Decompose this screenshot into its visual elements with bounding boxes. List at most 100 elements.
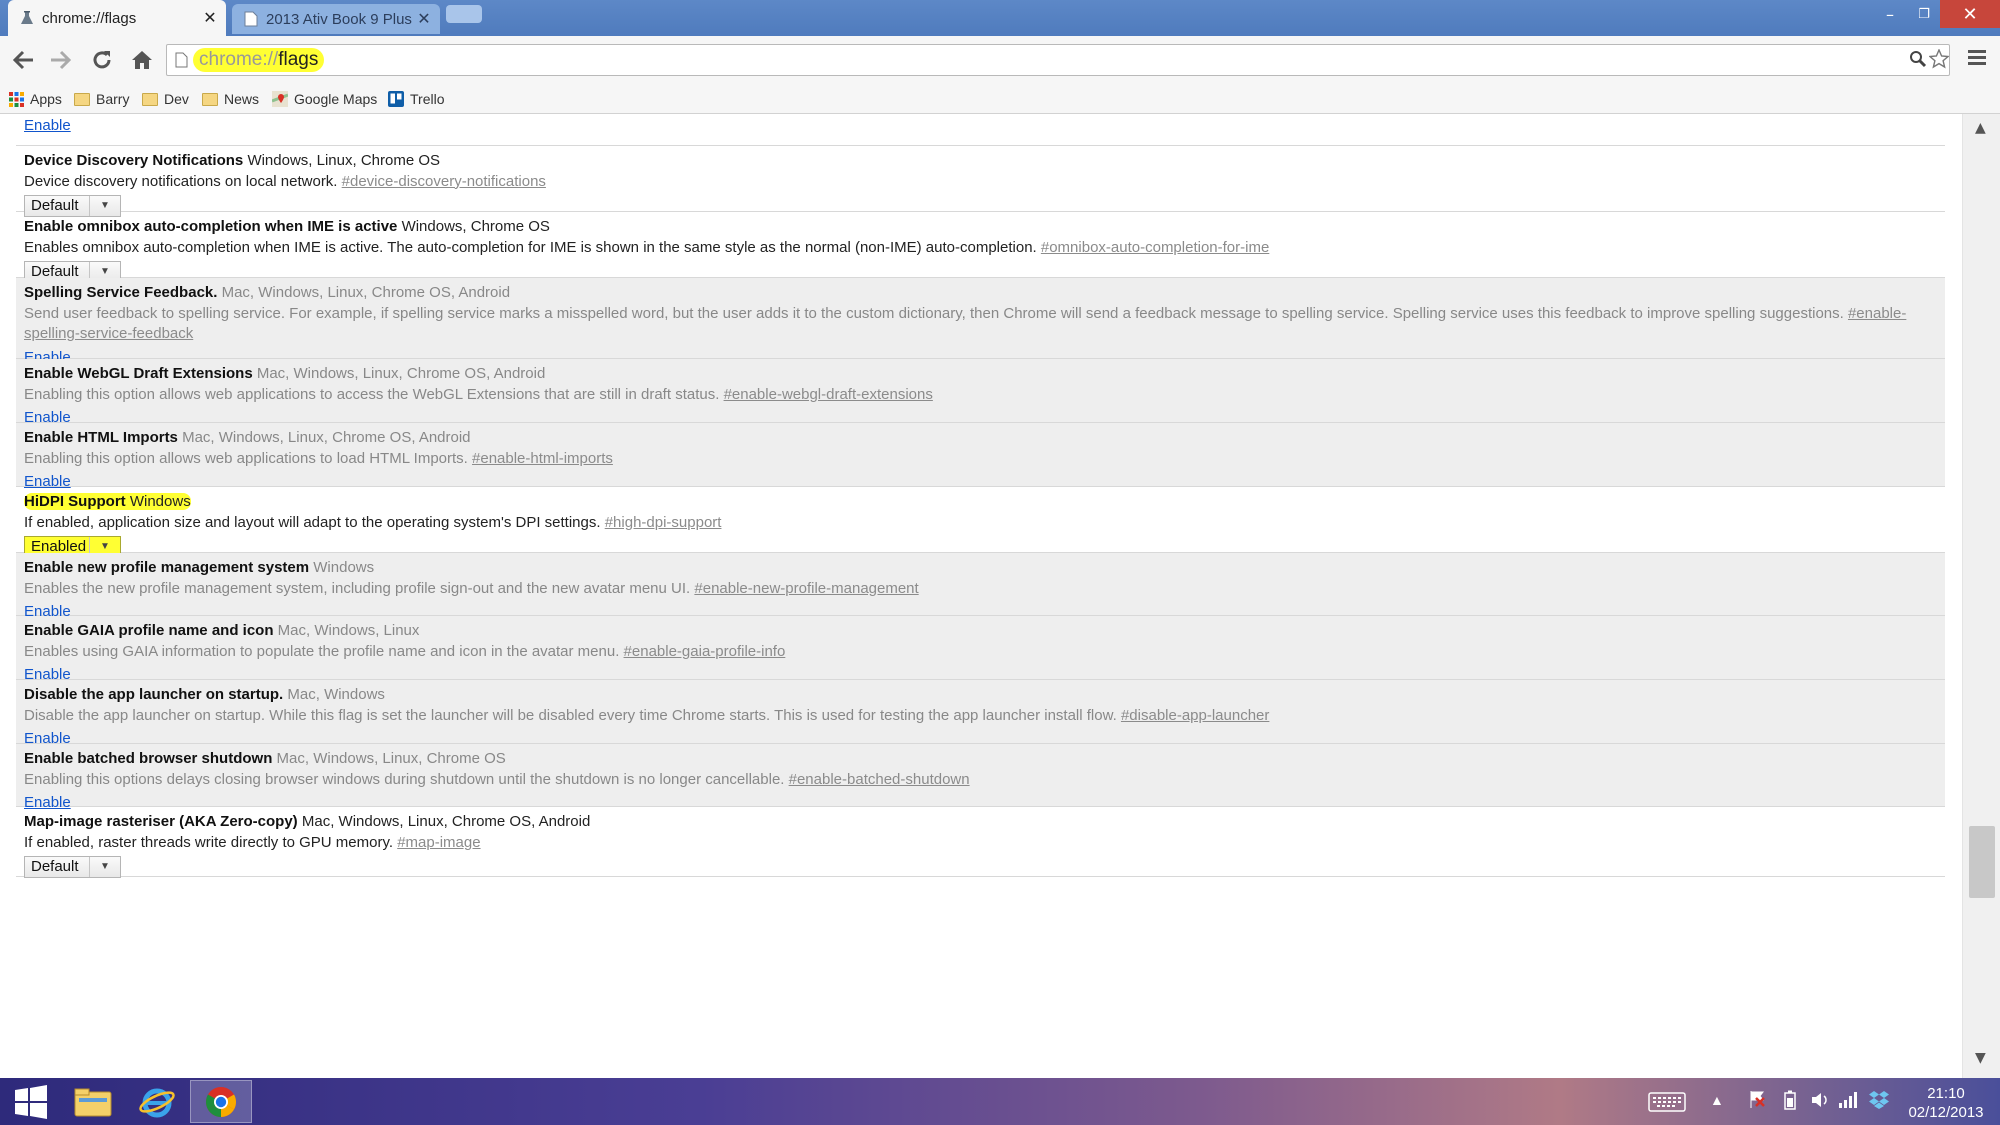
experiment-platforms: Mac, Windows, Linux, Chrome OS, Android [221, 284, 511, 301]
clock-date[interactable]: 02/12/2013 [1900, 1104, 1992, 1121]
bookmark-star-icon[interactable] [1928, 48, 1950, 73]
restore-window-button[interactable]: ❐ [1910, 0, 1938, 28]
experiment-description-line: If enabled, application size and layout … [24, 513, 1945, 534]
search-icon[interactable] [1909, 50, 1927, 72]
experiment-title-wrap: Map-image rasteriser (AKA Zero-copy) Mac… [24, 813, 590, 830]
experiment-title-wrap: Enable WebGL Draft Extensions Mac, Windo… [24, 365, 545, 382]
experiment-name: Enable batched browser shutdown [24, 750, 273, 767]
battery-icon[interactable] [1784, 1090, 1796, 1113]
experiment-title-wrap: Enable new profile management system Win… [24, 559, 374, 576]
browser-title-bar: chrome://flags ✕ 2013 Ativ Book 9 Plus o… [0, 0, 2000, 36]
experiment-select[interactable]: Default ▼ [24, 856, 121, 878]
flags-page: Enable Device Discovery Notifications Wi… [0, 114, 1962, 1078]
touch-keyboard-icon[interactable] [1648, 1092, 1686, 1115]
folder-icon [142, 91, 158, 107]
network-signal-icon[interactable] [1838, 1090, 1858, 1111]
experiment-header: Enable WebGL Draft Extensions Mac, Windo… [24, 364, 1945, 385]
dropbox-icon[interactable] [1868, 1090, 1890, 1113]
experiment-title-wrap: Enable GAIA profile name and icon Mac, W… [24, 622, 419, 639]
experiment-description: If enabled, application size and layout … [24, 513, 601, 531]
experiment-anchor-link[interactable]: #enable-webgl-draft-extensions [724, 386, 933, 403]
clock-time[interactable]: 21:10 [1906, 1085, 1986, 1102]
experiment-anchor-link[interactable]: #high-dpi-support [605, 514, 722, 531]
home-icon [132, 51, 152, 69]
bookmark-label: Trello [410, 91, 445, 107]
bookmark-folder-barry[interactable]: Barry [74, 88, 129, 110]
tab-chrome-flags[interactable]: chrome://flags ✕ [8, 0, 226, 36]
experiment-anchor-link[interactable]: #map-image [397, 834, 480, 851]
experiment-title-wrap: Enable HTML Imports Mac, Windows, Linux,… [24, 429, 471, 446]
url-text[interactable]: chrome://flags [193, 48, 325, 72]
experiment-anchor-link[interactable]: #enable-batched-shutdown [789, 771, 970, 788]
url-scheme: chrome:// [199, 49, 279, 70]
bookmark-apps[interactable]: Apps [8, 88, 62, 110]
bookmark-folder-news[interactable]: News [202, 88, 259, 110]
experiment-anchor-link[interactable]: #enable-gaia-profile-info [624, 643, 786, 660]
tab-ativ-book[interactable]: 2013 Ativ Book 9 Plus own ✕ [232, 4, 440, 34]
taskbar-internet-explorer[interactable] [126, 1080, 188, 1123]
experiment-description: Enables the new profile management syste… [24, 579, 691, 597]
close-tab-icon[interactable]: ✕ [200, 8, 220, 28]
back-button[interactable] [8, 44, 40, 76]
new-tab-button[interactable] [446, 5, 482, 23]
experiment-enable-new-profile-management: Enable new profile management system Win… [16, 553, 1945, 620]
experiment-anchor-link[interactable]: #enable-new-profile-management [694, 580, 918, 597]
browser-toolbar: chrome://flags [0, 36, 2000, 84]
volume-icon[interactable] [1810, 1090, 1830, 1113]
experiment-anchor-link[interactable]: #device-discovery-notifications [342, 173, 546, 190]
experiment-platforms: Mac, Windows, Linux, Chrome OS, Android [182, 429, 471, 446]
experiment-title-wrap: Device Discovery Notifications Windows, … [24, 152, 440, 169]
close-window-button[interactable]: ✕ [1940, 0, 2000, 28]
taskbar-file-explorer[interactable] [62, 1080, 124, 1123]
taskbar-google-chrome[interactable] [190, 1080, 252, 1123]
page-icon [175, 52, 188, 72]
experiment-platforms: Mac, Windows, Linux, Chrome OS, Android [301, 813, 591, 830]
experiment-description: Enables using GAIA information to popula… [24, 642, 620, 660]
experiment-header: Device Discovery Notifications Windows, … [24, 151, 1945, 172]
action-center-flag-icon[interactable] [1748, 1090, 1766, 1111]
experiment-name: Device Discovery Notifications [24, 152, 244, 169]
reload-button[interactable] [86, 44, 118, 76]
experiment-platforms: Mac, Windows, Linux, Chrome OS [276, 750, 506, 767]
experiment-header: Enable HTML Imports Mac, Windows, Linux,… [24, 428, 1945, 449]
bookmark-label: Dev [164, 91, 189, 107]
experiment-omnibox-auto-completion-for-ime: Enable omnibox auto-completion when IME … [16, 212, 1945, 283]
bookmark-label: News [224, 91, 260, 107]
bookmark-folder-dev[interactable]: Dev [142, 88, 189, 110]
bookmark-google-maps[interactable]: Google Maps [272, 88, 377, 110]
experiment-anchor-link[interactable]: #enable-html-imports [472, 450, 613, 467]
bookmark-label: Google Maps [294, 91, 378, 107]
reload-icon [93, 51, 111, 69]
experiment-title-wrap: Disable the app launcher on startup. Mac… [24, 686, 385, 703]
experiment-description-line: Enables omnibox auto-completion when IME… [24, 238, 1945, 259]
address-bar[interactable]: chrome://flags [166, 44, 1950, 76]
home-button[interactable] [126, 44, 158, 76]
experiment-description: Send user feedback to spelling service. … [24, 304, 1844, 322]
scrollbar-thumb[interactable] [1969, 826, 1995, 898]
start-button[interactable] [0, 1080, 62, 1123]
experiment-anchor-link[interactable]: #disable-app-launcher [1121, 707, 1269, 724]
experiment-disable-app-launcher: Disable the app launcher on startup. Mac… [16, 680, 1945, 747]
chrome-menu-icon[interactable] [1968, 48, 1986, 70]
experiment-description: Enabling this option allows web applicat… [24, 449, 468, 467]
bookmark-trello[interactable]: Trello [388, 88, 445, 110]
folder-icon [202, 91, 218, 107]
page-icon [242, 10, 260, 28]
minimize-window-button[interactable]: – [1876, 0, 1904, 28]
show-hidden-icons-icon[interactable]: ▲ [1710, 1092, 1724, 1108]
close-tab-icon[interactable]: ✕ [414, 9, 434, 29]
experiment-description: Enables omnibox auto-completion when IME… [24, 238, 1037, 256]
url-path: flags [278, 49, 319, 70]
scroll-down-arrow-icon[interactable]: ▼ [1975, 1050, 1986, 1066]
experiment-description-line: Send user feedback to spelling service. … [24, 304, 1945, 345]
forward-arrow-icon [51, 50, 71, 70]
page-scrollbar[interactable]: ▲ ▼ [1962, 114, 2000, 1078]
scroll-up-arrow-icon[interactable]: ▲ [1975, 120, 1986, 136]
experiment-description-line: Device discovery notifications on local … [24, 172, 1945, 193]
experiment-description-line: If enabled, raster threads write directl… [24, 833, 1945, 854]
experiment-map-image: Map-image rasteriser (AKA Zero-copy) Mac… [16, 807, 1945, 878]
enable-link[interactable]: Enable [24, 116, 71, 137]
forward-button[interactable] [44, 44, 76, 76]
experiment-anchor-link[interactable]: #omnibox-auto-completion-for-ime [1041, 239, 1269, 256]
experiment-description-line: Enabling this options delays closing bro… [24, 770, 1945, 791]
